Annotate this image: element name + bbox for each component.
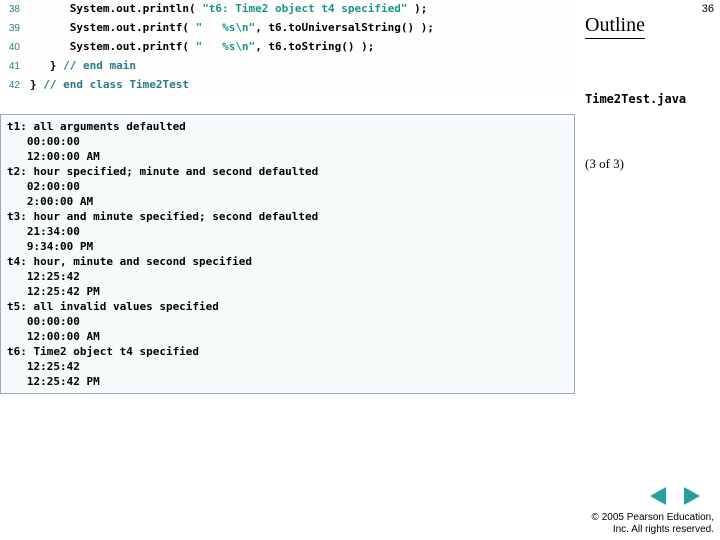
copyright-line: © 2005 Pearson Education,	[592, 512, 714, 524]
nav-controls	[646, 486, 704, 506]
program-output: t1: all arguments defaulted 00:00:00 12:…	[0, 114, 575, 394]
output-line: 02:00:00	[7, 179, 568, 194]
triangle-right-icon	[684, 487, 700, 505]
code-line: 39 System.out.printf( " %s\n", t6.toUniv…	[0, 19, 575, 38]
output-line: t4: hour, minute and second specified	[7, 254, 568, 269]
line-number: 40	[0, 39, 30, 57]
output-line: t1: all arguments defaulted	[7, 119, 568, 134]
code-block: 38 System.out.println( "t6: Time2 object…	[0, 0, 575, 95]
copyright: © 2005 Pearson Education, Inc. All right…	[592, 512, 714, 536]
output-line: 12:25:42 PM	[7, 374, 568, 389]
output-line: 21:34:00	[7, 224, 568, 239]
page-of-label: (3 of 3)	[585, 156, 624, 172]
sidebar: 36 Outline Time2Test.java (3 of 3)	[575, 0, 720, 540]
output-line: 12:00:00 AM	[7, 329, 568, 344]
output-line: 12:25:42	[7, 359, 568, 374]
file-name: Time2Test.java	[585, 92, 686, 106]
code-line: 42 } // end class Time2Test	[0, 76, 575, 95]
line-number: 38	[0, 1, 30, 19]
output-line: 12:25:42	[7, 269, 568, 284]
output-line: 00:00:00	[7, 314, 568, 329]
line-number: 41	[0, 58, 30, 76]
output-line: 12:00:00 AM	[7, 149, 568, 164]
line-number: 39	[0, 20, 30, 38]
line-number: 42	[0, 77, 30, 95]
output-line: t5: all invalid values specified	[7, 299, 568, 314]
code-text: System.out.printf( " %s\n", t6.toString(…	[30, 38, 374, 56]
copyright-line: Inc. All rights reserved.	[592, 524, 714, 536]
code-text: System.out.printf( " %s\n", t6.toUnivers…	[30, 19, 434, 37]
triangle-left-icon	[650, 487, 666, 505]
output-line: t3: hour and minute specified; second de…	[7, 209, 568, 224]
prev-button[interactable]	[646, 486, 670, 506]
code-line: 38 System.out.println( "t6: Time2 object…	[0, 0, 575, 19]
output-line: 2:00:00 AM	[7, 194, 568, 209]
output-line: t6: Time2 object t4 specified	[7, 344, 568, 359]
next-button[interactable]	[680, 486, 704, 506]
code-text: System.out.println( "t6: Time2 object t4…	[30, 0, 427, 18]
output-line: 12:25:42 PM	[7, 284, 568, 299]
output-line: 9:34:00 PM	[7, 239, 568, 254]
output-line: t2: hour specified; minute and second de…	[7, 164, 568, 179]
output-line: 00:00:00	[7, 134, 568, 149]
outline-heading: Outline	[585, 14, 645, 39]
code-line: 41 } // end main	[0, 57, 575, 76]
code-text: } // end class Time2Test	[30, 76, 189, 94]
code-text: } // end main	[30, 57, 136, 75]
code-line: 40 System.out.printf( " %s\n", t6.toStri…	[0, 38, 575, 57]
page-number: 36	[702, 3, 714, 15]
